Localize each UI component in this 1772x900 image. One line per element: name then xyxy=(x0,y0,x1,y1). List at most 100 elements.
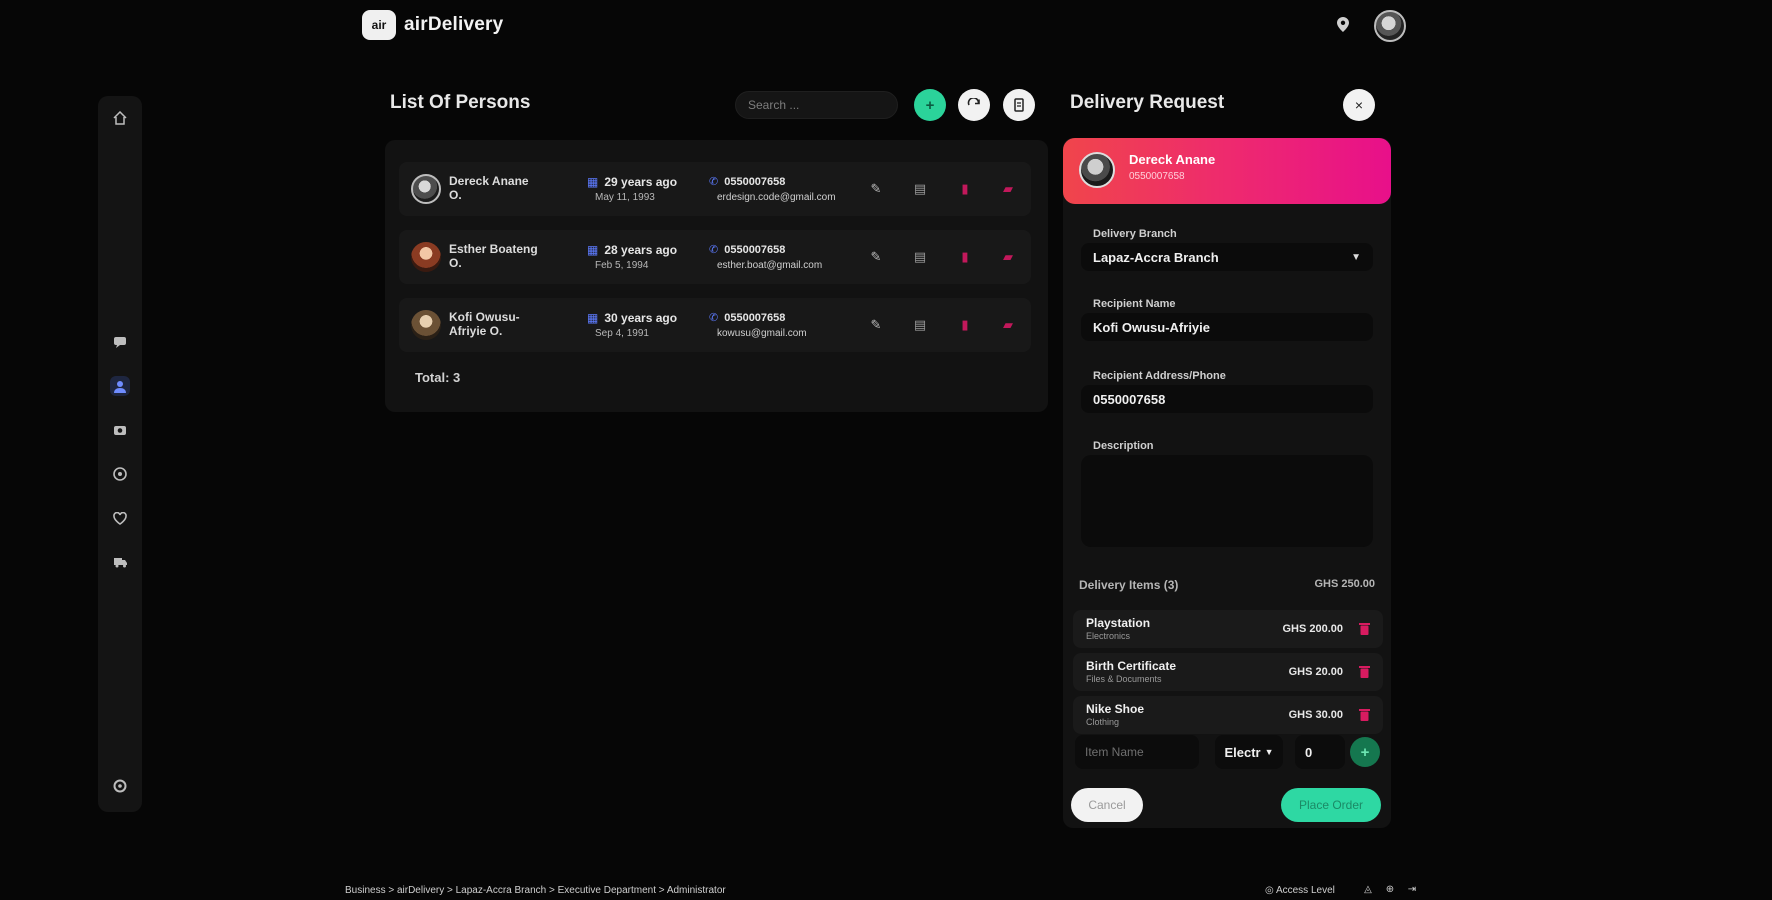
avatar xyxy=(1079,152,1115,188)
list-item: Birth Certificate Files & Documents GHS … xyxy=(1073,653,1383,691)
delivery-icon[interactable]: ▰ xyxy=(999,180,1017,198)
sender-phone: 0550007658 xyxy=(1129,171,1185,182)
chevron-down-icon: ▼ xyxy=(1351,251,1361,263)
avatar xyxy=(411,174,441,204)
person-age: ▦ 28 years ago xyxy=(587,243,677,257)
table-row[interactable]: Kofi Owusu-Afriyie O. ▦ 30 years ago Sep … xyxy=(399,298,1031,352)
person-email: esther.boat@gmail.com xyxy=(717,260,823,271)
add-item-button[interactable]: + xyxy=(1350,737,1380,767)
person-name: Esther Boateng O. xyxy=(449,242,538,270)
item-category: Electronics xyxy=(1086,631,1131,641)
person-name: Kofi Owusu-Afriyie O. xyxy=(449,310,520,338)
app-name: airDelivery xyxy=(404,14,504,35)
top-bar: air airDelivery xyxy=(0,0,1772,50)
id-card-icon[interactable]: ▤ xyxy=(911,180,929,198)
delivery-icon[interactable]: ▰ xyxy=(999,248,1017,266)
cancel-button[interactable]: Cancel xyxy=(1071,788,1143,822)
trash-icon[interactable]: ▮ xyxy=(956,248,974,266)
trash-icon[interactable] xyxy=(1357,706,1371,722)
avatar xyxy=(411,242,441,272)
phone-text: 0550007658 xyxy=(724,176,786,188)
person-icon[interactable] xyxy=(110,376,130,396)
user-avatar[interactable] xyxy=(1374,10,1406,42)
edit-icon[interactable]: ✎ xyxy=(867,248,885,266)
plus-icon: + xyxy=(1360,743,1370,761)
trash-icon[interactable] xyxy=(1357,620,1371,636)
close-icon: × xyxy=(1354,97,1364,113)
print-button[interactable] xyxy=(1003,89,1035,121)
phone-icon: ✆ xyxy=(709,176,719,188)
person-phone: ✆ 0550007658 xyxy=(709,311,785,324)
breadcrumb: Business > airDelivery > Lapaz-Accra Bra… xyxy=(345,885,726,896)
delivery-icon[interactable]: ▰ xyxy=(999,316,1017,334)
search-input[interactable] xyxy=(735,91,898,119)
truck-icon[interactable] xyxy=(110,552,130,572)
list-item: Playstation Electronics GHS 200.00 xyxy=(1073,610,1383,648)
heart-icon[interactable] xyxy=(110,508,130,528)
trash-icon[interactable] xyxy=(1357,663,1371,679)
edit-icon[interactable]: ✎ xyxy=(867,316,885,334)
chevron-down-icon: ▼ xyxy=(1264,747,1274,757)
items-total: GHS 250.00 xyxy=(1314,578,1375,590)
recipient-contact-field[interactable]: 0550007658 xyxy=(1081,385,1373,413)
list-title: List Of Persons xyxy=(390,92,531,113)
description-textarea[interactable] xyxy=(1081,455,1373,547)
camera-icon[interactable] xyxy=(110,420,130,440)
person-dob: Feb 5, 1994 xyxy=(595,260,649,271)
close-button[interactable]: × xyxy=(1343,89,1375,121)
place-order-button[interactable]: Place Order xyxy=(1281,788,1381,822)
edit-icon[interactable]: ✎ xyxy=(867,180,885,198)
phone-icon: ✆ xyxy=(709,312,719,324)
document-icon xyxy=(1014,98,1024,112)
avatar xyxy=(411,310,441,340)
pin-icon[interactable]: ⊕ xyxy=(1384,884,1396,896)
sender-card[interactable]: Dereck Anane 0550007658 xyxy=(1063,138,1391,204)
recipient-contact-label: Recipient Address/Phone xyxy=(1093,370,1226,382)
calendar-icon: ▦ xyxy=(587,243,599,257)
person-dob: Sep 4, 1991 xyxy=(595,328,649,339)
person-email: kowusu@gmail.com xyxy=(717,328,807,339)
map-pin-icon[interactable] xyxy=(1336,17,1350,33)
person-age: ▦ 30 years ago xyxy=(587,311,677,325)
item-name: Birth Certificate xyxy=(1086,659,1177,673)
trash-icon[interactable]: ▮ xyxy=(956,180,974,198)
refresh-button[interactable] xyxy=(958,89,990,121)
recipient-name-field[interactable]: Kofi Owusu-Afriyie xyxy=(1081,313,1373,341)
age-text: 28 years ago xyxy=(604,243,678,257)
branch-label: Delivery Branch xyxy=(1093,228,1177,240)
add-person-button[interactable]: + xyxy=(914,89,946,121)
delivery-request-panel: Dereck Anane 0550007658 Delivery Branch … xyxy=(1063,138,1391,828)
id-card-icon[interactable]: ▤ xyxy=(911,248,929,266)
trash-icon[interactable]: ▮ xyxy=(956,316,974,334)
home-icon[interactable] xyxy=(110,108,130,128)
person-dob: May 11, 1993 xyxy=(595,192,655,203)
item-category: Clothing xyxy=(1086,717,1120,727)
chat-icon[interactable] xyxy=(110,332,130,352)
item-name-input[interactable] xyxy=(1075,735,1199,769)
table-row[interactable]: Esther Boateng O. ▦ 28 years ago Feb 5, 1… xyxy=(399,230,1031,284)
calendar-icon: ▦ xyxy=(587,175,599,189)
table-row[interactable]: Dereck Anane O. ▦ 29 years ago May 11, 19… xyxy=(399,162,1031,216)
id-card-icon[interactable]: ▤ xyxy=(911,316,929,334)
settings-icon[interactable] xyxy=(110,776,130,796)
access-text: Access Level xyxy=(1275,885,1335,896)
item-category-select[interactable]: Electr ▼ xyxy=(1215,735,1283,769)
branch-select[interactable]: Lapaz-Accra Branch ▼ xyxy=(1081,243,1373,271)
recipient-name-label: Recipient Name xyxy=(1093,298,1176,310)
item-price: GHS 30.00 xyxy=(1288,709,1343,721)
logout-icon[interactable]: ⇥ xyxy=(1406,884,1418,896)
app-logo[interactable]: air airDelivery xyxy=(362,10,503,40)
item-quantity-input[interactable] xyxy=(1295,735,1345,769)
status-bar: Business > airDelivery > Lapaz-Accra Bra… xyxy=(0,882,1772,900)
refresh-icon xyxy=(967,98,980,106)
description-label: Description xyxy=(1093,440,1154,452)
person-age: ▦ 29 years ago xyxy=(587,175,677,189)
sender-name: Dereck Anane xyxy=(1129,152,1216,167)
phone-icon: ✆ xyxy=(709,244,719,256)
item-category: Files & Documents xyxy=(1086,674,1162,684)
age-text: 30 years ago xyxy=(604,311,678,325)
location-icon[interactable] xyxy=(110,464,130,484)
list-item: Nike Shoe Clothing GHS 30.00 xyxy=(1073,696,1383,734)
access-level[interactable]: ◎ Access Level xyxy=(1265,885,1335,896)
bell-icon[interactable]: ◬ xyxy=(1362,884,1374,896)
